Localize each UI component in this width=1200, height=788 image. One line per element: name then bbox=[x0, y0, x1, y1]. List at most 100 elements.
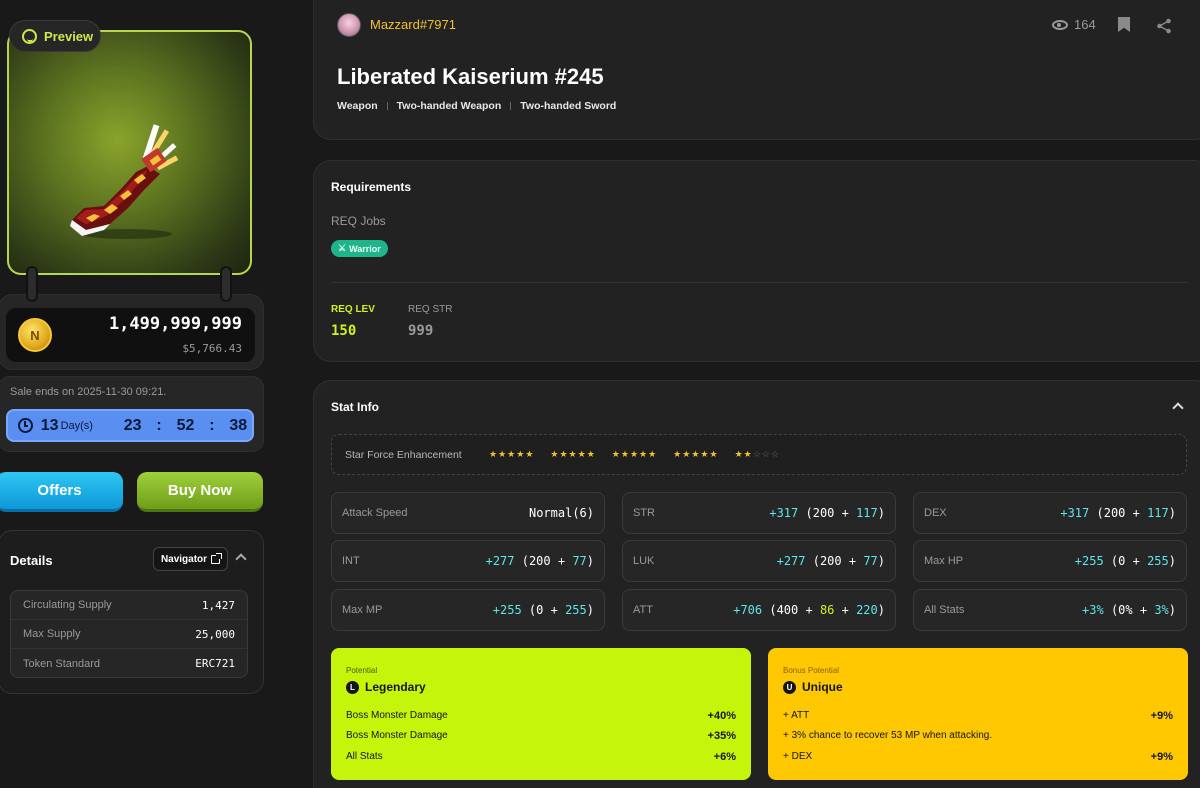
owner-username[interactable]: Mazzard#7971 bbox=[370, 17, 456, 32]
avatar[interactable] bbox=[337, 13, 361, 37]
share-icon[interactable] bbox=[1156, 18, 1172, 34]
star-group: ★ ★ ★ ★ ★ bbox=[550, 450, 594, 459]
bonus-potential-grade: U Unique bbox=[783, 680, 843, 694]
star-filled-icon: ★ bbox=[559, 449, 568, 459]
potential-line: Boss Monster Damage +35% bbox=[346, 730, 736, 742]
stat-base: (0 bbox=[521, 603, 544, 617]
star-filled-icon: ★ bbox=[498, 449, 507, 459]
buy-now-button[interactable]: Buy Now bbox=[137, 472, 263, 512]
stat-total: +706 bbox=[733, 603, 763, 617]
stat-plus: + bbox=[798, 603, 820, 617]
countdown-days-unit: Day(s) bbox=[60, 419, 93, 432]
stat-plus: + bbox=[543, 603, 566, 617]
stat-cell-max-hp: Max HP +255 (0 + 255) bbox=[913, 540, 1187, 582]
stat-close: ) bbox=[586, 554, 594, 568]
stat-label: Max HP bbox=[924, 555, 964, 567]
star-filled-icon: ★ bbox=[525, 449, 534, 459]
smile-icon bbox=[22, 28, 37, 44]
stat-base: (400 bbox=[762, 603, 799, 617]
stat-value: +317 (200 + 117) bbox=[769, 506, 885, 520]
preview-button[interactable]: Preview bbox=[9, 20, 101, 52]
stat-close: ) bbox=[877, 506, 885, 520]
stat-cell-dex: DEX +317 (200 + 117) bbox=[913, 492, 1187, 534]
star-filled-icon: ★ bbox=[648, 449, 657, 459]
sword-icon: ⚔ bbox=[338, 243, 347, 253]
stat-info-title: Stat Info bbox=[331, 400, 379, 414]
bonus-potential-line-text: + 3% chance to recover 53 MP when attack… bbox=[783, 730, 993, 741]
star-filled-icon: ★ bbox=[639, 449, 648, 459]
star-force-stars: ★ ★ ★ ★ ★ ★ ★ ★ ★ ★ ★ ★ ★ ★ ★ ★ ★ ★ ★ ★ ★ ★ ☆ ☆ ☆ bbox=[489, 450, 796, 459]
potential-line-text: Boss Monster Damage bbox=[346, 730, 448, 741]
bonus-potential-card: Bonus Potential U Unique + ATT +9% + 3% … bbox=[768, 648, 1188, 780]
stat-cell-all-stats: All Stats +3% (0% + 3%) bbox=[913, 589, 1187, 631]
stat-bonus: 255 bbox=[1147, 554, 1169, 568]
stat-plus: + bbox=[1125, 506, 1148, 520]
potential-line: Boss Monster Damage +40% bbox=[346, 710, 736, 722]
stat-total: +277 bbox=[485, 554, 515, 568]
stat-value: +3% (0% + 3%) bbox=[1082, 603, 1176, 617]
stat-bonus: 77 bbox=[863, 554, 878, 568]
stat-plus: + bbox=[1132, 603, 1155, 617]
job-badge-label: Warrior bbox=[349, 243, 381, 254]
potential-grade-label: Legendary bbox=[365, 680, 426, 694]
stat-close: ) bbox=[1168, 506, 1176, 520]
star-filled-icon: ★ bbox=[682, 449, 691, 459]
stat-cell-int: INT +277 (200 + 77) bbox=[331, 540, 605, 582]
stat-base: (200 bbox=[805, 554, 842, 568]
stat-bonus: 117 bbox=[1147, 506, 1169, 520]
stat-value: +255 (0 + 255) bbox=[493, 603, 594, 617]
details-row-label: Circulating Supply bbox=[23, 599, 112, 611]
stat-total: +317 bbox=[769, 506, 799, 520]
eye-icon bbox=[1052, 19, 1068, 30]
item-title: Liberated Kaiserium #245 bbox=[337, 64, 604, 89]
req-str-value: 999 bbox=[408, 323, 434, 339]
star-filled-icon: ★ bbox=[620, 449, 629, 459]
navigator-button[interactable]: Navigator bbox=[153, 547, 228, 571]
external-link-icon bbox=[211, 552, 223, 564]
details-row-value: 1,427 bbox=[201, 598, 235, 612]
bonus-potential-tag: Bonus Potential bbox=[783, 666, 840, 675]
stat-close: ) bbox=[877, 554, 885, 568]
stat-close: ) bbox=[1168, 554, 1176, 568]
stat-base: (200 bbox=[798, 506, 835, 520]
legendary-grade-icon: L bbox=[346, 680, 359, 694]
potential-tag: Potential bbox=[346, 666, 378, 675]
star-force-box: Star Force Enhancement ★ ★ ★ ★ ★ ★ ★ ★ ★ ★ ★ ★ ★ ★ ★ ★ ★… bbox=[331, 434, 1187, 475]
star-filled-icon: ★ bbox=[489, 449, 498, 459]
stat-bonus: 77 bbox=[572, 554, 587, 568]
countdown-seconds: 38 bbox=[229, 416, 248, 434]
stat-value: +277 (200 + 77) bbox=[486, 554, 594, 568]
stat-bonus: 117 bbox=[856, 506, 878, 520]
bonus-potential-line: + DEX +9% bbox=[783, 751, 1173, 763]
item-categories: Weapon Two-handed Weapon Two-handed Swor… bbox=[337, 100, 616, 112]
stat-bonus: 220 bbox=[856, 603, 878, 617]
stat-cell-attack-speed: Attack Speed Normal(6) bbox=[331, 492, 605, 534]
category-divider bbox=[510, 102, 512, 110]
star-group: ★ ★ ★ ★ ★ bbox=[489, 450, 533, 459]
unique-grade-icon: U bbox=[783, 680, 796, 694]
bonus-potential-line: + 3% chance to recover 53 MP when attack… bbox=[783, 730, 1173, 741]
bonus-potential-line-value: +9% bbox=[1150, 751, 1173, 763]
req-str-label: REQ STR bbox=[408, 304, 453, 315]
details-row-value: ERC721 bbox=[195, 657, 235, 670]
stat-label: Attack Speed bbox=[342, 507, 408, 519]
req-lev-value: 150 bbox=[331, 323, 357, 339]
countdown-separator: : bbox=[156, 416, 162, 434]
stat-plus: + bbox=[1125, 554, 1148, 568]
star-filled-icon: ★ bbox=[734, 449, 743, 459]
card-hook-right bbox=[220, 266, 232, 302]
details-row-label: Max Supply bbox=[23, 628, 81, 640]
sword-item-image bbox=[70, 124, 179, 239]
sale-countdown: 13 Day(s) 23 : 52 : 38 bbox=[6, 409, 254, 442]
stat-base: (200 bbox=[514, 554, 551, 568]
potential-line-value: +6% bbox=[713, 751, 736, 763]
details-table: Circulating Supply 1,427 Max Supply 25,0… bbox=[10, 590, 248, 678]
details-title: Details bbox=[10, 553, 53, 568]
stat-label: Max MP bbox=[342, 604, 383, 616]
stat-close: ) bbox=[877, 603, 885, 617]
star-filled-icon: ★ bbox=[691, 449, 700, 459]
star-filled-icon: ★ bbox=[586, 449, 595, 459]
stat-plus: + bbox=[550, 554, 573, 568]
offers-button[interactable]: Offers bbox=[0, 472, 123, 512]
details-row: Max Supply 25,000 bbox=[11, 620, 247, 649]
